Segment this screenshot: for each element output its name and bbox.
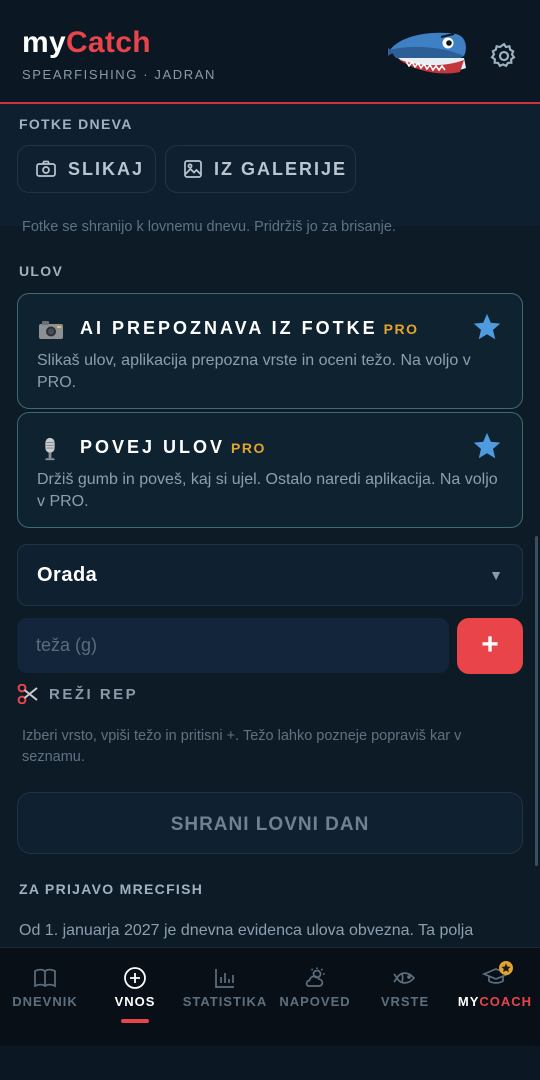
voice-catch-card[interactable]: POVEJ ULOV PRO Držiš gumb in poveš, kaj s…: [17, 412, 523, 528]
nav-label: VNOS: [114, 994, 156, 1009]
gallery-button[interactable]: IZ GALERIJE: [165, 145, 356, 193]
photos-hint: Fotke se shranijo k lovnemu dnevu. Pridr…: [22, 219, 396, 235]
nav-item-mycoach[interactable]: MYCOACH: [450, 948, 540, 1047]
weight-input[interactable]: [17, 618, 449, 673]
image-icon: [184, 160, 202, 178]
ai-card-description: Slikaš ulov, aplikacija prepozna vrste i…: [37, 352, 471, 391]
voice-card-title-text: POVEJ ULOV: [80, 437, 226, 457]
nav-label: NAPOVED: [279, 994, 351, 1009]
pro-badge: PRO: [383, 321, 419, 337]
catch-hint: Izberi vrsto, vpiši težo in pritisni +. …: [22, 728, 462, 765]
star-icon: [473, 313, 501, 340]
coach-coach-text: COACH: [479, 994, 533, 1009]
mrecfish-section-label: ZA PRIJAVO MRECFISH: [19, 881, 204, 897]
camera-emoji-icon: [39, 321, 63, 339]
species-select[interactable]: Orada ▼: [17, 544, 523, 606]
book-icon: [34, 968, 56, 988]
gear-icon[interactable]: [489, 41, 519, 71]
scissors-icon: [17, 684, 38, 704]
voice-card-description: Držiš gumb in poveš, kaj si ujel. Ostalo…: [37, 471, 498, 510]
nav-item-vrste[interactable]: VRSTE: [360, 948, 450, 1047]
take-photo-button[interactable]: SLIKAJ: [17, 145, 156, 193]
plus-icon: +: [481, 628, 499, 661]
app-root: myCatch SPEARFISHING · JADRAN FOTKE DNEV…: [0, 0, 540, 1080]
active-tab-indicator: [121, 1019, 149, 1023]
nav-label: STATISTIKA: [182, 994, 268, 1009]
ai-card-title-text: AI PREPOZNAVA IZ FOTKE: [80, 318, 378, 338]
app-tagline: SPEARFISHING · JADRAN: [22, 67, 216, 82]
save-day-label: SHRANI LOVNI DAN: [170, 814, 370, 835]
bottom-safe-area: [0, 1046, 540, 1080]
brand-my: my: [22, 26, 66, 59]
nav-label-mycoach: MYCOACH: [450, 994, 540, 1009]
weather-icon: [305, 967, 325, 987]
take-photo-label: SLIKAJ: [68, 158, 145, 179]
ai-card-title: AI PREPOZNAVA IZ FOTKE PRO: [80, 318, 419, 339]
ai-recognition-card[interactable]: AI PREPOZNAVA IZ FOTKE PRO Slikaš ulov, a…: [17, 293, 523, 409]
star-icon: [473, 432, 501, 459]
add-catch-button[interactable]: +: [457, 618, 523, 674]
coach-my-text: MY: [457, 994, 480, 1009]
brand-catch: Catch: [65, 26, 151, 59]
entry-form: FOTKE DNEVA SLIKAJ IZ GALERIJE Fotke se …: [0, 104, 540, 947]
plus-circle-icon: [124, 967, 146, 989]
nav-item-statistika[interactable]: STATISTIKA: [180, 948, 270, 1047]
save-day-button[interactable]: SHRANI LOVNI DAN: [17, 792, 523, 854]
nav-item-dnevnik[interactable]: DNEVNIK: [0, 948, 90, 1047]
app-logo: myCatch: [22, 26, 151, 60]
species-selected-value: Orada: [37, 564, 98, 586]
nav-label: DNEVNIK: [12, 994, 78, 1009]
shark-mascot-icon: [388, 32, 466, 74]
camera-icon: [36, 160, 56, 177]
gallery-label: IZ GALERIJE: [214, 158, 348, 179]
bar-chart-icon: [215, 969, 234, 988]
cut-tail-label: REŽI REP: [49, 685, 139, 703]
scrollbar[interactable]: [535, 536, 538, 866]
catch-section-label: ULOV: [19, 263, 64, 279]
mrecfish-text: Od 1. januarja 2027 je dnevna evidenca u…: [19, 922, 474, 939]
app-header: myCatch SPEARFISHING · JADRAN: [0, 0, 540, 104]
photos-section-label: FOTKE DNEVA: [19, 116, 133, 132]
coach-graduation-icon: [482, 961, 513, 984]
voice-card-title: POVEJ ULOV PRO: [80, 437, 266, 458]
chevron-down-icon: ▼: [489, 567, 503, 583]
nav-item-napoved[interactable]: NAPOVED: [270, 948, 360, 1047]
bottom-navigation: DNEVNIK VNOS STATISTIKA NAPOVED VRSTE MY…: [0, 947, 540, 1046]
pro-badge: PRO: [231, 440, 266, 456]
fish-icon: [393, 972, 416, 984]
nav-item-vnos[interactable]: VNOS: [90, 948, 180, 1047]
cut-tail-toggle[interactable]: REŽI REP: [17, 684, 138, 704]
nav-label: VRSTE: [380, 994, 430, 1009]
microphone-icon: [45, 437, 55, 461]
